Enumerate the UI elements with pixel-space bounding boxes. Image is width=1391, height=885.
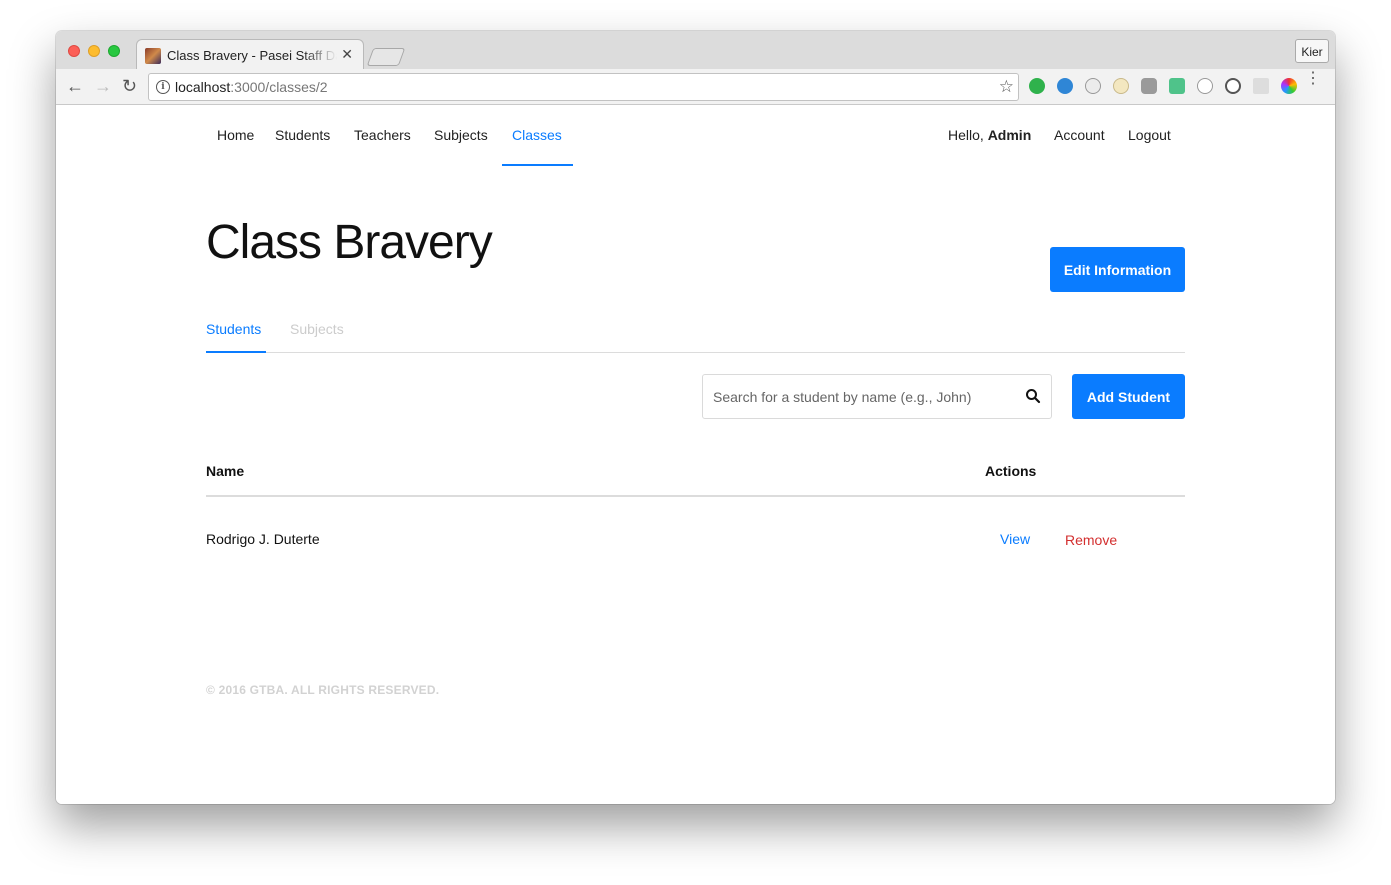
tab-close-icon[interactable]: ✕ <box>341 46 353 63</box>
nav-logout[interactable]: Logout <box>1128 127 1171 143</box>
url-text[interactable]: localhost:3000/classes/2 <box>175 79 328 95</box>
extension-icon[interactable] <box>1169 78 1185 94</box>
profile-button[interactable]: Kier <box>1295 39 1329 63</box>
browser-tab[interactable]: Class Bravery - Pasei Staff Dashboard ✕ <box>136 39 364 69</box>
extension-icon[interactable] <box>1113 78 1129 94</box>
extension-icon[interactable] <box>1253 78 1269 94</box>
table-header-divider <box>206 495 1185 497</box>
extension-icon[interactable] <box>1197 78 1213 94</box>
browser-toolbar: ← → ↻ i localhost:3000/classes/2 ☆ ⋮ <box>56 69 1335 105</box>
nav-account[interactable]: Account <box>1054 127 1105 143</box>
info-icon[interactable]: i <box>156 80 170 94</box>
minimize-window-button[interactable] <box>88 45 100 57</box>
close-window-button[interactable] <box>68 45 80 57</box>
browser-window: Class Bravery - Pasei Staff Dashboard ✕ … <box>56 31 1335 804</box>
nav-subjects[interactable]: Subjects <box>434 127 488 143</box>
url-host: localhost <box>175 79 231 95</box>
extension-icon[interactable] <box>1085 78 1101 94</box>
tabs-divider <box>206 352 1185 353</box>
extension-icon[interactable] <box>1141 78 1157 94</box>
page-title: Class Bravery <box>206 216 493 269</box>
new-tab-button[interactable] <box>366 48 406 66</box>
nav-active-indicator <box>502 164 573 166</box>
nav-home[interactable]: Home <box>217 127 254 143</box>
add-student-button[interactable]: Add Student <box>1072 374 1185 419</box>
tab-subjects[interactable]: Subjects <box>290 321 344 337</box>
extension-icon[interactable] <box>1281 78 1297 94</box>
nav-students[interactable]: Students <box>275 127 330 143</box>
column-header-name: Name <box>206 463 245 479</box>
extension-icon[interactable] <box>1225 78 1241 94</box>
student-search <box>702 374 1052 419</box>
tab-strip: Class Bravery - Pasei Staff Dashboard ✕ … <box>56 31 1335 69</box>
view-link[interactable]: View <box>1000 531 1030 547</box>
footer-copyright: © 2016 GTBA. ALL RIGHTS RESERVED. <box>206 683 440 697</box>
column-header-actions: Actions <box>985 463 1037 479</box>
tab-title: Class Bravery - Pasei Staff Dashboard <box>167 48 337 63</box>
forward-icon[interactable]: → <box>94 77 112 95</box>
search-icon[interactable] <box>1025 388 1041 404</box>
url-path: :3000/classes/2 <box>230 79 328 95</box>
student-name: Rodrigo J. Duterte <box>206 531 320 547</box>
maximize-window-button[interactable] <box>108 45 120 57</box>
remove-link[interactable]: Remove <box>1065 532 1117 548</box>
tab-active-indicator <box>206 351 266 353</box>
favicon-icon <box>145 48 161 64</box>
bookmark-star-icon[interactable]: ☆ <box>999 77 1014 97</box>
user-name: Admin <box>987 127 1032 143</box>
reload-icon[interactable]: ↻ <box>122 77 137 95</box>
greeting-text: Hello, <box>948 127 984 143</box>
menu-icon[interactable]: ⋮ <box>1305 71 1321 87</box>
page-content: Home Students Teachers Subjects Classes … <box>56 105 1335 804</box>
extension-icon[interactable] <box>1057 78 1073 94</box>
extension-icon[interactable] <box>1029 78 1045 94</box>
nav-teachers[interactable]: Teachers <box>354 127 411 143</box>
greeting: Hello, Admin <box>948 127 1031 143</box>
nav-classes[interactable]: Classes <box>512 127 562 143</box>
search-input[interactable] <box>704 376 1032 417</box>
edit-information-button[interactable]: Edit Information <box>1050 247 1185 292</box>
tab-students[interactable]: Students <box>206 321 261 337</box>
back-icon[interactable]: ← <box>66 77 84 95</box>
address-bar[interactable]: i localhost:3000/classes/2 ☆ <box>148 73 1019 101</box>
